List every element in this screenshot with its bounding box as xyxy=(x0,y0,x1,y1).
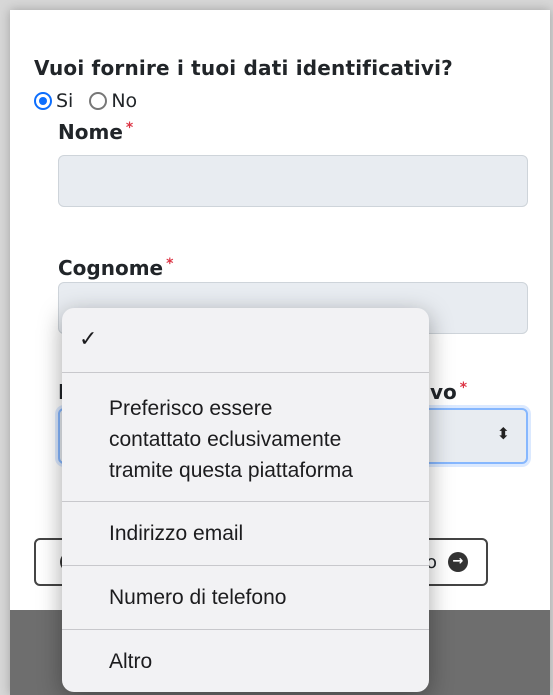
dropdown-option-platform[interactable]: Preferisco essere contattato eclusivamen… xyxy=(62,372,429,501)
radio-no[interactable] xyxy=(89,92,108,110)
nome-input[interactable] xyxy=(58,155,528,207)
radio-si-label[interactable]: Si xyxy=(56,90,73,112)
option-line: Preferisco essere xyxy=(109,397,273,420)
radio-no-label[interactable]: No xyxy=(111,90,137,112)
dropdown-option-empty[interactable]: ✓ xyxy=(62,308,429,372)
dropdown-option-phone[interactable]: Numero di telefono xyxy=(62,565,429,629)
contact-label-end: vo * xyxy=(430,380,467,404)
option-text: Altro xyxy=(109,650,153,673)
cognome-label: Cognome * xyxy=(58,256,173,280)
radio-si[interactable] xyxy=(34,92,52,110)
dropdown-option-other[interactable]: Altro xyxy=(62,629,429,692)
option-text: Indirizzo email xyxy=(109,522,244,545)
cognome-label-text: Cognome xyxy=(58,256,164,280)
checkmark-icon: ✓ xyxy=(79,326,98,351)
option-text: Numero di telefono xyxy=(109,586,287,609)
arrow-right-circle-icon: → xyxy=(448,552,468,572)
dropdown-option-email[interactable]: Indirizzo email xyxy=(62,501,429,565)
identification-radio-group: Si No xyxy=(34,90,153,112)
select-arrows-icon: ⬍ xyxy=(496,424,510,443)
option-line: contattato eclusivamente xyxy=(109,428,342,451)
nome-label: Nome * xyxy=(58,120,133,144)
required-asterisk: * xyxy=(166,256,174,272)
required-asterisk: * xyxy=(125,120,134,136)
option-line: tramite questa piattaforma xyxy=(109,459,353,482)
contact-method-dropdown: ✓ Preferisco essere contattato eclusivam… xyxy=(62,308,429,692)
contact-label-end-text: vo xyxy=(430,380,457,404)
nome-label-text: Nome xyxy=(58,120,123,144)
identification-question: Vuoi fornire i tuoi dati identificativi? xyxy=(34,56,453,80)
required-asterisk: * xyxy=(459,380,468,396)
option-text: Preferisco essere contattato eclusivamen… xyxy=(109,393,353,486)
